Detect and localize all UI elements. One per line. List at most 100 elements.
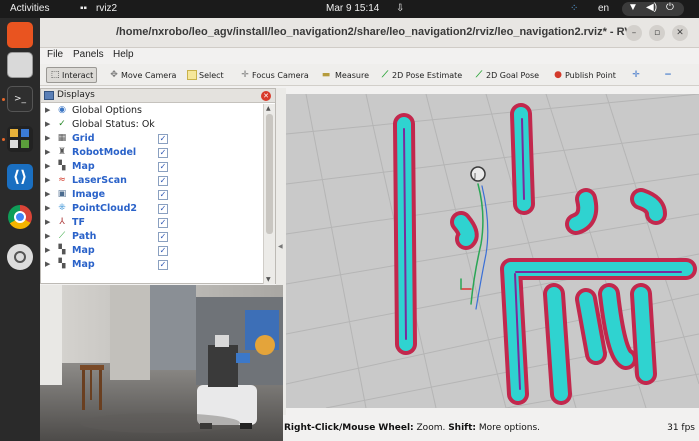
displays-panel-header: Displays ✕ — [41, 89, 275, 103]
enable-checkbox[interactable]: ✓ — [158, 246, 168, 256]
terminal-icon[interactable]: >_ — [7, 86, 33, 112]
file-manager-icon[interactable] — [7, 52, 33, 78]
displays-panel: Displays ✕ ▶ ◉ Global Options ▶ ✓ Global Stat… — [40, 88, 276, 284]
display-item-map[interactable]: ▶ ▚ Map ✓ — [41, 244, 263, 258]
add-tool-button[interactable]: ✛ — [628, 67, 644, 83]
globe-icon: ◉ — [58, 105, 66, 115]
expand-arrow-icon[interactable]: ▶ — [45, 190, 50, 198]
maximize-button[interactable]: ▫ — [649, 25, 665, 41]
publish-point-tool-button[interactable]: ● Publish Point — [550, 67, 619, 83]
robot-icon: ♜ — [57, 147, 67, 157]
dock: >_ ⟨⟩ — [0, 18, 40, 441]
select-tool-button[interactable]: Select — [184, 67, 227, 83]
files-icon[interactable] — [7, 22, 33, 48]
display-item-label: Map — [72, 161, 95, 172]
display-item-tf[interactable]: ▶ ⅄ TF ✓ — [41, 216, 263, 230]
menu-file[interactable]: File — [47, 49, 63, 60]
app-menu-button[interactable]: rviz2 — [96, 3, 117, 14]
3d-render-view[interactable]: J — [286, 94, 699, 408]
status-hint-text-1: Zoom. — [413, 423, 449, 433]
display-item-robotmodel[interactable]: ▶ ♜ RobotModel ✓ — [41, 146, 263, 160]
system-status-menu[interactable]: ▼ ◀) ⏻ — [622, 2, 684, 16]
goal-pose-tool-button[interactable]: ⟋ 2D Goal Pose — [471, 67, 542, 83]
rviz-dock-icon[interactable] — [7, 126, 33, 152]
display-item-pointcloud2[interactable]: ▶ ⁜ PointCloud2 ✓ — [41, 202, 263, 216]
enable-checkbox[interactable]: ✓ — [158, 134, 168, 144]
move-arrows-icon: ✥ — [110, 70, 118, 80]
focus-camera-tool-button[interactable]: ✛ Focus Camera — [237, 67, 312, 83]
activities-button[interactable]: Activities — [10, 3, 49, 14]
scroll-up-icon[interactable]: ▲ — [266, 105, 271, 112]
display-item-global-options[interactable]: ▶ ◉ Global Options — [41, 104, 263, 118]
display-item-path[interactable]: ▶ ⟋ Path ✓ — [41, 230, 263, 244]
enable-checkbox[interactable]: ✓ — [158, 162, 168, 172]
display-item-grid[interactable]: ▶ ▦ Grid ✓ — [41, 132, 263, 146]
pointer-icon: ⬚ — [50, 70, 60, 80]
camera-feed-image — [40, 285, 283, 441]
close-panel-icon[interactable]: ✕ — [261, 91, 271, 101]
expand-arrow-icon[interactable]: ▶ — [45, 204, 50, 212]
move-camera-tool-button[interactable]: ✥ Move Camera — [106, 67, 179, 83]
display-item-label: Map — [72, 245, 95, 256]
expand-arrow-icon[interactable]: ▶ — [45, 106, 50, 114]
vscode-icon[interactable]: ⟨⟩ — [7, 164, 33, 190]
status-bar: Right-Click/Mouse Wheel: Zoom. Shift: Mo… — [283, 415, 699, 441]
map-icon: ▚ — [58, 161, 66, 171]
measure-tool-button[interactable]: ▬ Measure — [316, 67, 372, 83]
clock[interactable]: Mar 9 15:14 — [326, 3, 379, 14]
display-item-global-status-ok[interactable]: ▶ ✓ Global Status: Ok — [41, 118, 263, 132]
enable-checkbox[interactable]: ✓ — [158, 232, 168, 242]
enable-checkbox[interactable]: ✓ — [158, 148, 168, 158]
displays-scrollbar[interactable]: ▲ ▼ — [263, 104, 275, 284]
tf-icon: ⅄ — [59, 217, 65, 227]
display-item-image[interactable]: ▶ ▣ Image ✓ — [41, 188, 263, 202]
status-hint-key-1: Right-Click/Mouse Wheel: — [284, 423, 414, 433]
disk-icon[interactable] — [7, 244, 33, 270]
chrome-icon[interactable] — [7, 204, 33, 230]
expand-arrow-icon[interactable]: ▶ — [45, 134, 50, 142]
expand-arrow-icon[interactable]: ▶ — [45, 120, 50, 128]
tool-bar: ⬚ Interact ✥ Move Camera Select ✛ Focus … — [40, 64, 699, 86]
remove-tool-button[interactable]: − — [660, 67, 676, 83]
display-item-laserscan[interactable]: ▶ ≈ LaserScan ✓ — [41, 174, 263, 188]
chevron-left-icon: ◀ — [278, 243, 283, 250]
title-bar[interactable]: /home/nxrobo/leo_agv/install/leo_navigat… — [40, 18, 699, 48]
expand-arrow-icon[interactable]: ▶ — [45, 148, 50, 156]
scrollbar-thumb[interactable] — [266, 114, 273, 234]
select-box-icon — [187, 70, 197, 80]
expand-arrow-icon[interactable]: ▶ — [45, 232, 50, 240]
menu-bar: File Panels Help — [40, 48, 699, 64]
robot-frame-label: J — [473, 172, 476, 180]
scroll-down-icon[interactable]: ▼ — [266, 276, 271, 283]
interact-tool-button[interactable]: ⬚ Interact — [46, 67, 98, 83]
pose-estimate-tool-button[interactable]: ⟋ 2D Pose Estimate — [377, 67, 465, 83]
enable-checkbox[interactable]: ✓ — [158, 260, 168, 270]
map-visualization: J — [286, 94, 699, 408]
display-item-label: RobotModel — [72, 147, 137, 158]
enable-checkbox[interactable]: ✓ — [158, 190, 168, 200]
enable-checkbox[interactable]: ✓ — [158, 176, 168, 186]
displays-tree: ▶ ◉ Global Options ▶ ✓ Global Status: Ok ▶ ▦ Gri… — [41, 104, 263, 284]
display-item-label: PointCloud2 — [72, 203, 137, 214]
displays-panel-title: Displays — [57, 90, 95, 100]
minimize-button[interactable]: – — [626, 25, 642, 41]
display-item-map[interactable]: ▶ ▚ Map ✓ — [41, 258, 263, 272]
language-indicator[interactable]: en — [598, 3, 609, 14]
plus-icon: ✛ — [632, 70, 640, 80]
expand-arrow-icon[interactable]: ▶ — [45, 218, 50, 226]
enable-checkbox[interactable]: ✓ — [158, 204, 168, 214]
menu-help[interactable]: Help — [113, 49, 134, 60]
image-icon: ▣ — [57, 189, 67, 199]
expand-arrow-icon[interactable]: ▶ — [45, 162, 50, 170]
display-item-map[interactable]: ▶ ▚ Map ✓ — [41, 160, 263, 174]
enable-checkbox[interactable]: ✓ — [158, 218, 168, 228]
expand-arrow-icon[interactable]: ▶ — [45, 246, 50, 254]
ruler-icon: ▬ — [321, 70, 331, 80]
apps-indicator-icon[interactable]: ⁘ — [570, 3, 578, 14]
expand-arrow-icon[interactable]: ▶ — [45, 260, 50, 268]
menu-panels[interactable]: Panels — [73, 49, 104, 60]
expand-arrow-icon[interactable]: ▶ — [45, 176, 50, 184]
status-hint-key-2: Shift: — [448, 423, 476, 433]
monitor-icon — [44, 91, 54, 100]
close-button[interactable]: ✕ — [672, 25, 688, 41]
